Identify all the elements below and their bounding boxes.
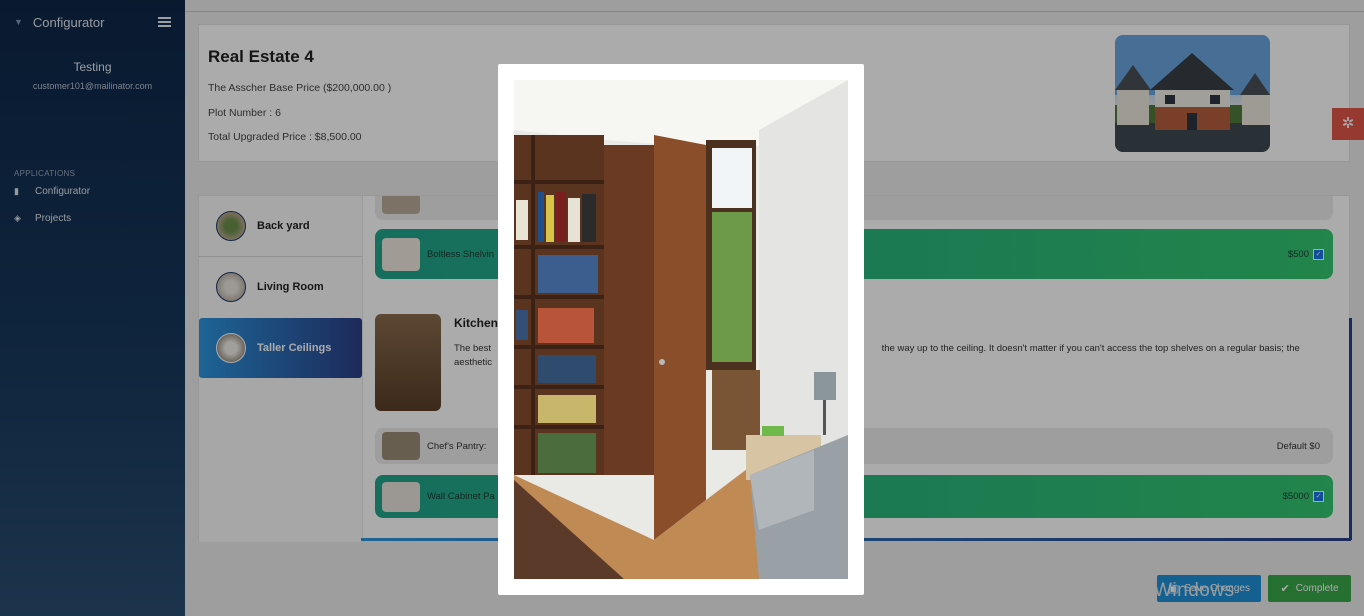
image-preview-modal [498, 64, 864, 595]
preview-image [514, 80, 848, 579]
